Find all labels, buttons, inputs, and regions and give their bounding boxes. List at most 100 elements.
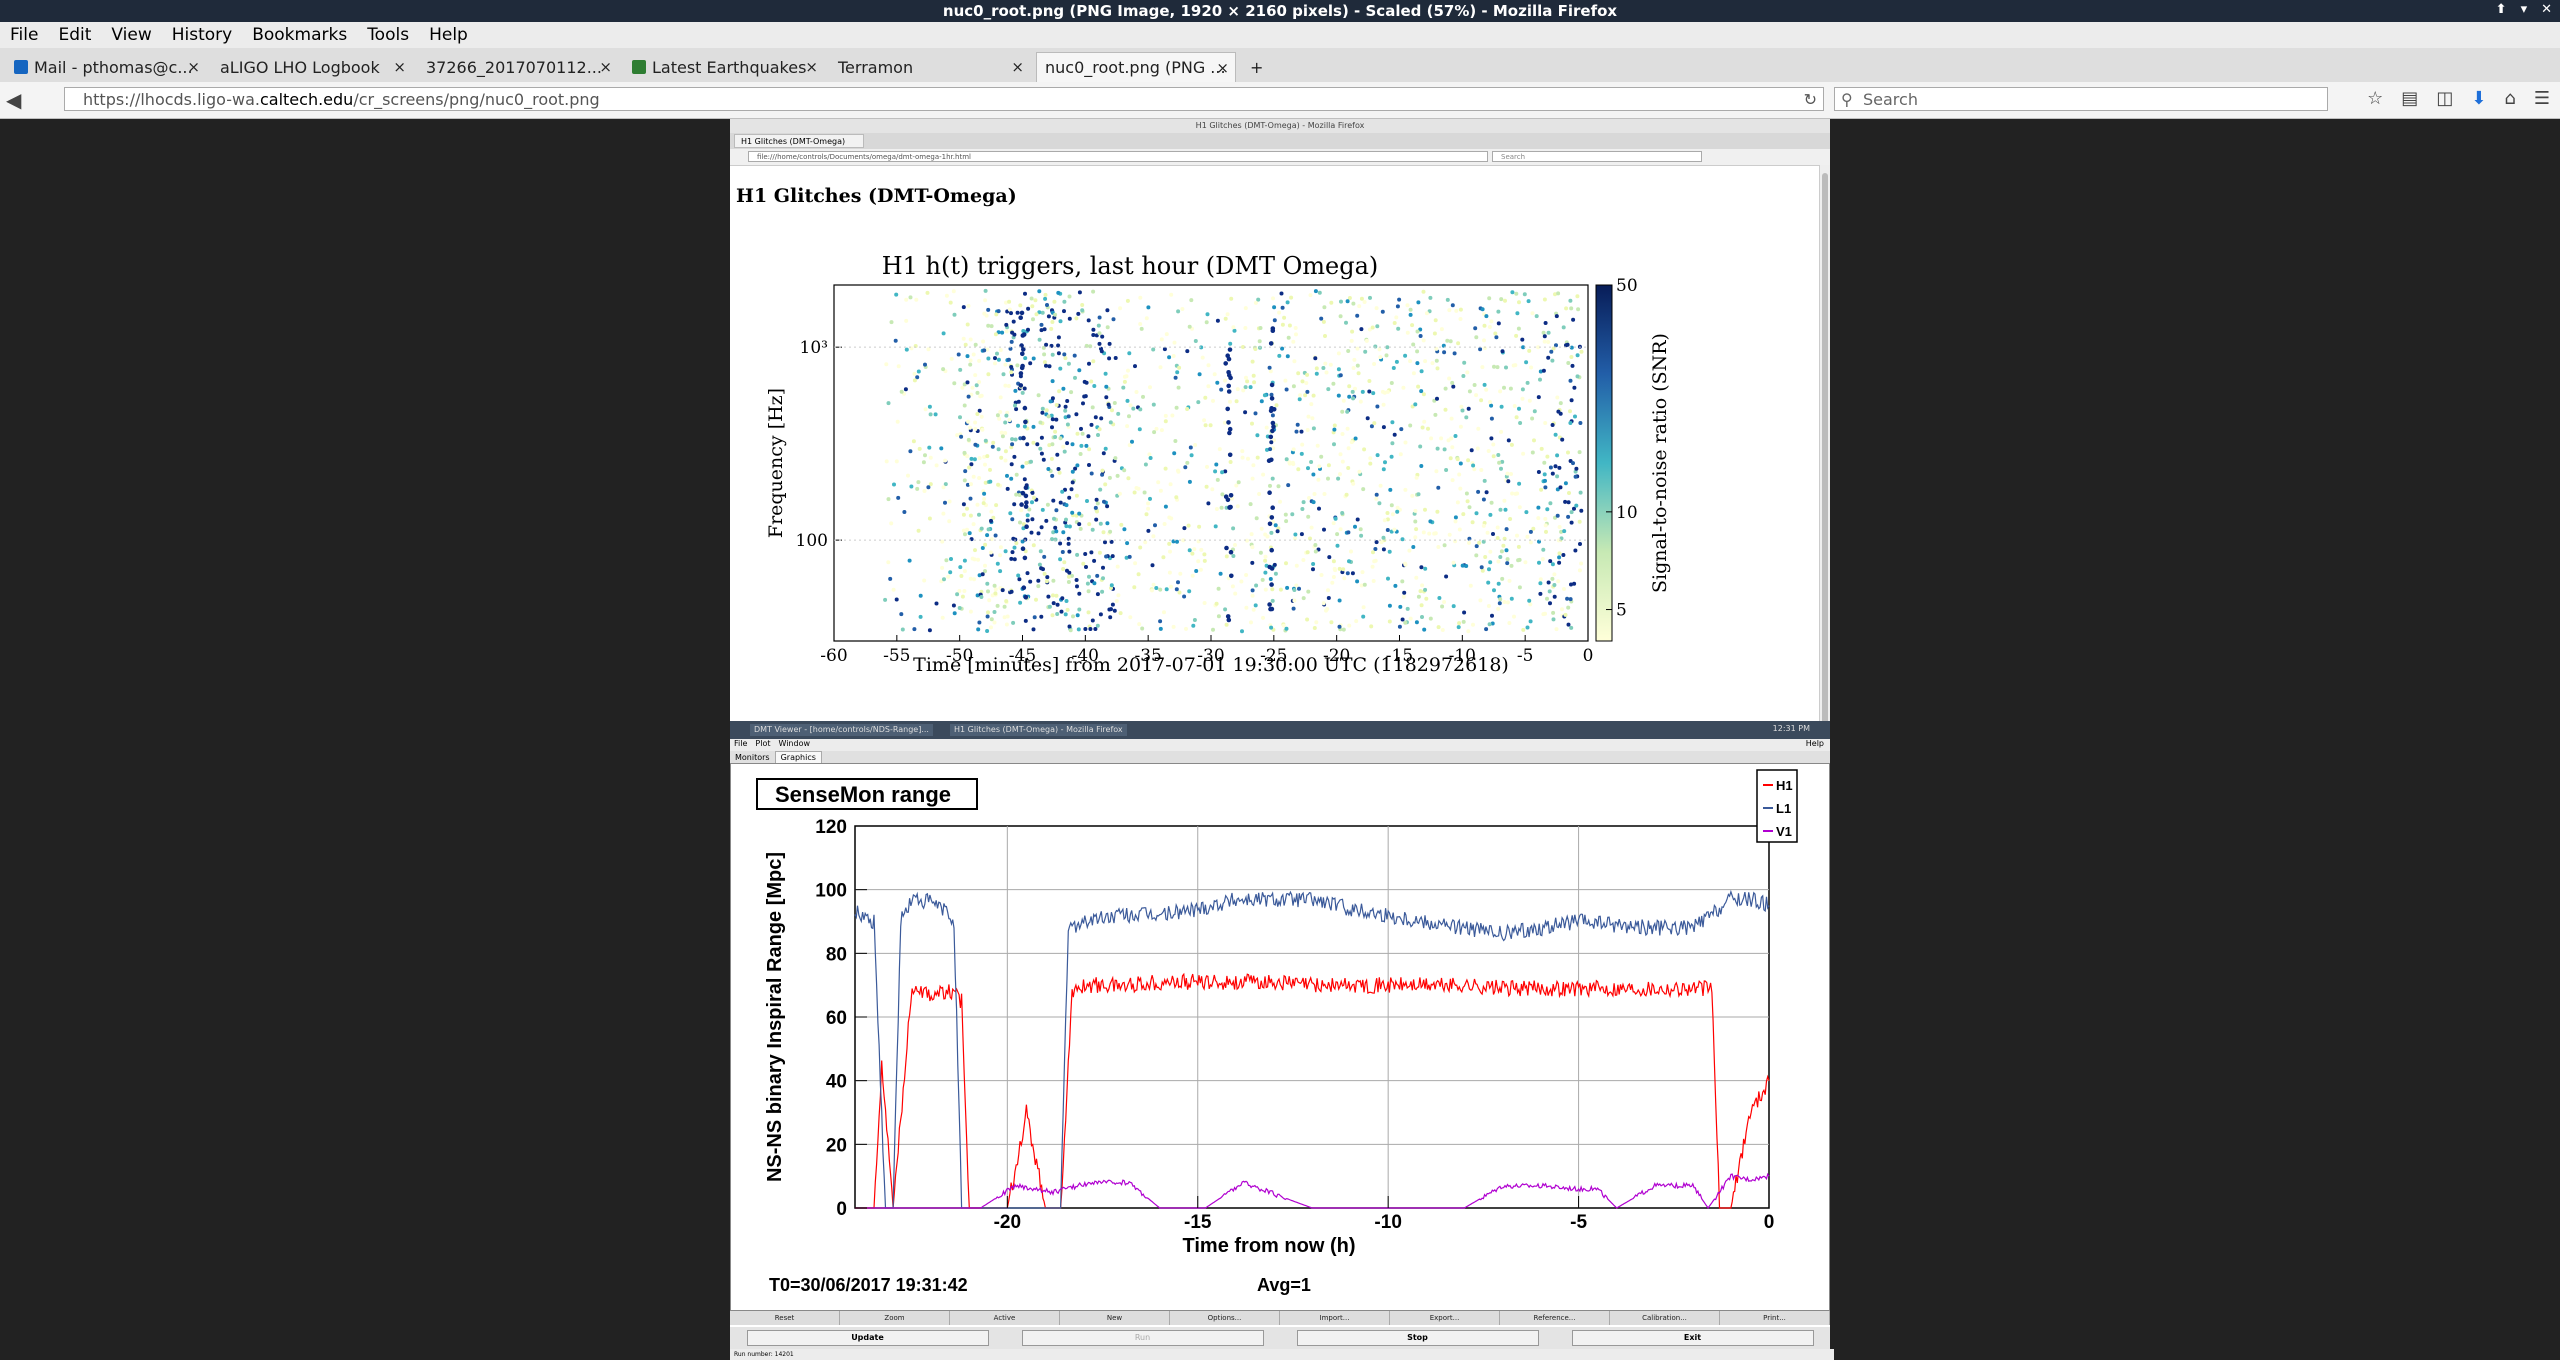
trigger-point	[1171, 354, 1176, 358]
home-icon[interactable]: ⌂	[2504, 88, 2515, 109]
trigger-point	[1158, 626, 1163, 631]
trigger-point	[1040, 410, 1045, 415]
tab-close-icon[interactable]: ×	[187, 58, 200, 76]
trigger-point	[1003, 431, 1008, 435]
tab-close-icon[interactable]: ×	[393, 58, 406, 76]
trigger-point	[1044, 408, 1049, 413]
trigger-point	[1475, 446, 1480, 451]
trigger-point	[1553, 432, 1558, 437]
trigger-point	[1043, 296, 1048, 301]
trigger-point	[1086, 434, 1091, 439]
trigger-point	[966, 303, 971, 308]
trigger-point	[989, 324, 994, 329]
tab-close-icon[interactable]: ×	[1011, 58, 1024, 76]
trigger-point	[1016, 423, 1020, 428]
trigger-point	[1557, 465, 1562, 470]
trigger-point	[1419, 464, 1424, 468]
x-axis-label: Time [minutes] from 2017-07-01 19:30:00 …	[913, 654, 1509, 676]
menu-history[interactable]: History	[172, 25, 232, 45]
trigger-point	[1226, 383, 1231, 389]
trigger-point	[1035, 442, 1040, 447]
trigger-point	[1067, 570, 1072, 575]
trigger-point	[1082, 394, 1087, 399]
trigger-point	[1219, 505, 1224, 510]
maximize-icon[interactable]: ⬆	[2496, 2, 2507, 17]
new-tab-icon[interactable]: +	[1242, 52, 1272, 82]
trigger-point	[1296, 467, 1301, 472]
trigger-point	[1355, 313, 1360, 318]
hamburger-menu-icon[interactable]: ☰	[2534, 88, 2550, 109]
pocket-icon[interactable]: ◫	[2436, 88, 2453, 109]
trigger-point	[1488, 549, 1493, 554]
menu-tools[interactable]: Tools	[367, 25, 409, 45]
close-icon[interactable]: ✕	[2541, 2, 2552, 17]
trigger-point	[1532, 438, 1536, 443]
trigger-point	[1003, 458, 1008, 463]
trigger-point	[1097, 315, 1102, 320]
menu-help[interactable]: Help	[429, 25, 468, 45]
trigger-point	[973, 427, 978, 431]
trigger-point	[1521, 451, 1526, 456]
reading-list-icon[interactable]: ▤	[2401, 88, 2418, 109]
trigger-point	[1323, 334, 1327, 338]
tab-close-icon[interactable]: ×	[1216, 59, 1229, 77]
browser-tab[interactable]: 37266_2017070112... ×	[418, 52, 618, 82]
trigger-point	[1095, 573, 1100, 578]
trigger-point	[1005, 614, 1010, 619]
trigger-point	[996, 309, 1001, 314]
trigger-point	[1004, 322, 1009, 327]
search-bar[interactable]: ⚲ Search	[1834, 87, 2328, 111]
trigger-point	[1100, 334, 1105, 339]
menu-view[interactable]: View	[111, 25, 151, 45]
trigger-point	[1080, 303, 1085, 307]
browser-tab[interactable]: nuc0_root.png (PNG ... ×	[1036, 52, 1236, 82]
download-icon[interactable]: ⬇	[2471, 88, 2486, 109]
menu-bookmarks[interactable]: Bookmarks	[252, 25, 347, 45]
trigger-point	[923, 407, 928, 412]
reload-icon[interactable]: ↻	[1804, 90, 1817, 109]
bookmark-star-icon[interactable]: ☆	[2367, 88, 2383, 109]
trigger-point	[1227, 426, 1233, 432]
trigger-point	[1486, 580, 1491, 585]
trigger-point	[940, 615, 945, 620]
browser-tab[interactable]: Latest Earthquakes ×	[624, 52, 824, 82]
tab-close-icon[interactable]: ×	[805, 58, 818, 76]
trigger-point	[1127, 443, 1132, 448]
trigger-point	[1032, 615, 1037, 620]
trigger-point	[1105, 504, 1110, 509]
browser-tab[interactable]: Terramon ×	[830, 52, 1030, 82]
trigger-point	[1305, 372, 1310, 377]
trigger-point	[922, 578, 927, 583]
trigger-point	[980, 572, 985, 577]
back-icon[interactable]: ◀	[6, 88, 21, 112]
trigger-point	[1421, 392, 1426, 397]
trigger-point	[1509, 596, 1514, 601]
trigger-point	[1550, 562, 1555, 567]
browser-tab[interactable]: aLIGO LHO Logbook ×	[212, 52, 412, 82]
trigger-point	[1202, 552, 1207, 557]
trigger-point	[1542, 460, 1547, 465]
menu-edit[interactable]: Edit	[58, 25, 91, 45]
trigger-point	[1037, 337, 1042, 342]
menu-file[interactable]: File	[10, 25, 38, 45]
trigger-point	[1299, 429, 1304, 434]
tab-close-icon[interactable]: ×	[599, 58, 612, 76]
url-bar[interactable]: https://lhocds.ligo-wa. caltech.edu/cr_sc…	[64, 87, 1824, 111]
trigger-point	[1003, 549, 1008, 554]
trigger-point	[1001, 372, 1006, 377]
trigger-point	[1122, 527, 1127, 532]
browser-tab[interactable]: Mail - pthomas@c... ×	[6, 52, 206, 82]
minimize-icon[interactable]: ▾	[2521, 2, 2528, 17]
trigger-point	[1069, 487, 1074, 492]
trigger-point	[991, 440, 996, 445]
trigger-point	[1543, 321, 1548, 325]
trigger-point	[983, 438, 988, 443]
trigger-point	[1108, 615, 1113, 620]
trigger-point	[943, 458, 948, 463]
trigger-point	[1198, 567, 1203, 572]
trigger-point	[1038, 420, 1043, 425]
trigger-point	[1140, 626, 1145, 631]
trigger-point	[1106, 402, 1111, 407]
trigger-point	[1512, 614, 1516, 619]
trigger-point	[1044, 579, 1049, 584]
